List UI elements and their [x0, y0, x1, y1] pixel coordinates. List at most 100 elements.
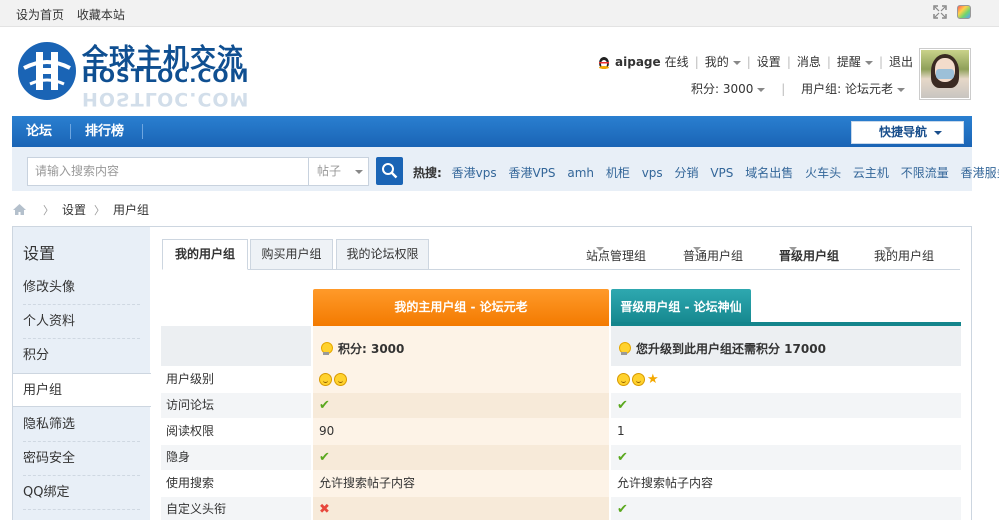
- check-icon: ✔: [617, 502, 628, 517]
- fullscreen-icon[interactable]: [933, 5, 947, 19]
- upgrade-score: 您升级到此用户组还需积分 17000: [618, 340, 826, 357]
- row-label: 阅读权限: [166, 424, 215, 438]
- row-value-main: 允许搜索帖子内容: [319, 476, 416, 490]
- hot-link[interactable]: 香港VPS: [508, 166, 555, 180]
- group-link-label: 普通用户组: [683, 249, 744, 263]
- sidebar-item-qq[interactable]: QQ绑定: [13, 476, 150, 510]
- smiley-icon: [319, 373, 332, 386]
- chevron-down-icon: [693, 247, 701, 251]
- messages-link[interactable]: 消息: [797, 53, 821, 70]
- breadcrumb-settings[interactable]: 设置: [62, 201, 86, 218]
- divider: [70, 124, 71, 139]
- qq-penguin-icon: [599, 56, 610, 69]
- tab-forum-permissions[interactable]: 我的论坛权限: [336, 239, 429, 270]
- lightbulb-icon: [618, 341, 631, 356]
- row-label: 访问论坛: [161, 393, 311, 418]
- hot-link[interactable]: 分销: [675, 166, 699, 180]
- lightbulb-icon: [320, 341, 333, 356]
- sidebar-item-avatar[interactable]: 修改头像: [13, 271, 150, 305]
- sidebar-item-profile[interactable]: 个人资料: [13, 305, 150, 339]
- chevron-right-icon: 〉: [94, 203, 106, 217]
- sidebar-item-label: 密码安全: [23, 451, 76, 466]
- table-row: 隐身 ✔ ✔: [161, 445, 961, 471]
- hot-link[interactable]: 香港vps: [452, 166, 497, 180]
- sidebar-item-privacy[interactable]: 隐私筛选: [13, 408, 150, 442]
- sidebar-item-label: 用户组: [23, 383, 63, 398]
- hot-link[interactable]: 香港服务器: [961, 166, 999, 180]
- table-row: 访问论坛 ✔ ✔: [161, 393, 961, 419]
- hot-link[interactable]: 机柜: [606, 166, 630, 180]
- upgrade-score-text: 您升级到此用户组还需积分 17000: [636, 342, 826, 356]
- cross-icon: ✖: [319, 502, 330, 517]
- color-scheme-icon[interactable]: [957, 5, 971, 19]
- search-icon: [382, 163, 398, 179]
- main-score-text: 积分: 3000: [338, 342, 405, 356]
- smiley-icon: [334, 373, 347, 386]
- hot-link[interactable]: VPS: [710, 166, 733, 180]
- username[interactable]: aipage: [615, 55, 661, 69]
- chevron-down-icon: [757, 87, 766, 92]
- online-status[interactable]: 在线: [665, 53, 689, 70]
- logout-link[interactable]: 退出: [889, 53, 913, 70]
- sidebar-item-credits[interactable]: 积分: [13, 339, 150, 373]
- search-input[interactable]: 请输入搜索内容: [27, 157, 308, 186]
- sidebar-item-label: 个人资料: [23, 314, 76, 329]
- hot-link[interactable]: vps: [642, 166, 663, 180]
- settings-link[interactable]: 设置: [757, 53, 781, 70]
- sidebar-item-password[interactable]: 密码安全: [13, 442, 150, 476]
- star-icon: ★: [647, 372, 659, 387]
- main-group-header: 我的主用户组 - 论坛元老: [313, 289, 609, 326]
- tab-my-usergroup[interactable]: 我的用户组: [162, 239, 248, 270]
- hot-link[interactable]: amh: [567, 166, 594, 180]
- logo-reflection: HOSTLOC.COM: [82, 88, 250, 110]
- hot-link[interactable]: 不限流量: [901, 166, 949, 180]
- user-bar: aipage 在线 | 我的 | 设置 | 消息 | 提醒 | 退出: [597, 53, 913, 70]
- search-bar: 请输入搜索内容 帖子 热搜: 香港vps 香港VPS amh 机柜 vps 分销…: [12, 147, 999, 191]
- group-link-label: 晋级用户组: [779, 249, 840, 263]
- avatar[interactable]: [919, 48, 971, 100]
- upgrade-group-header: 晋级用户组 - 论坛神仙: [611, 289, 751, 326]
- divider: |: [786, 54, 791, 69]
- user-stats: 积分: 3000 | 用户组: 论坛元老: [691, 80, 905, 97]
- chevron-right-icon: 〉: [43, 203, 54, 217]
- reminders-menu[interactable]: 提醒: [837, 53, 873, 70]
- check-icon: ✔: [617, 398, 628, 413]
- sidebar-item-label: 修改头像: [23, 280, 76, 295]
- sidebar-item-usergroup[interactable]: 用户组: [13, 373, 151, 407]
- nav-ranking[interactable]: 排行榜: [85, 116, 124, 147]
- site-logo[interactable]: 全球主机交流 HOSTLOC.COM HOSTLOC.COM: [12, 38, 262, 110]
- table-row: 阅读权限 90 1: [161, 419, 961, 445]
- main-nav: 论坛 排行榜: [12, 116, 972, 147]
- search-type-select[interactable]: 帖子: [308, 157, 369, 186]
- tab-buy-usergroup[interactable]: 购买用户组: [250, 239, 333, 270]
- hot-link[interactable]: 域名出售: [745, 166, 793, 180]
- breadcrumb-usergroup[interactable]: 用户组: [113, 201, 149, 218]
- quick-nav-button[interactable]: 快捷导航: [851, 121, 964, 144]
- set-home-link[interactable]: 设为首页: [16, 8, 64, 22]
- search-type-label: 帖子: [317, 164, 342, 178]
- divider: [142, 124, 143, 139]
- row-value-upgrade: 允许搜索帖子内容: [617, 476, 714, 490]
- main-score: 积分: 3000: [320, 340, 404, 357]
- row-value-main: ✔: [313, 445, 609, 470]
- smiley-icon: [617, 373, 630, 386]
- search-button[interactable]: [376, 157, 403, 185]
- quick-nav-label: 快捷导航: [879, 125, 928, 139]
- row-value-main: [313, 367, 609, 392]
- hot-link[interactable]: 云主机: [853, 166, 889, 180]
- nav-forum[interactable]: 论坛: [26, 116, 52, 147]
- home-icon[interactable]: [12, 203, 27, 216]
- my-menu[interactable]: 我的: [705, 53, 741, 70]
- reminders-label: 提醒: [836, 55, 861, 69]
- row-value-upgrade: ✔: [611, 445, 961, 470]
- chevron-down-icon: [897, 87, 905, 92]
- sidebar-item-label: QQ绑定: [23, 485, 70, 500]
- bookmark-link[interactable]: 收藏本站: [77, 8, 125, 22]
- usergroup-menu[interactable]: 用户组: 论坛元老: [801, 82, 905, 96]
- row-value-main: ✖: [313, 497, 609, 520]
- chevron-down-icon: [596, 247, 604, 251]
- hot-link[interactable]: 火车头: [805, 166, 841, 180]
- row-label: 使用搜索: [166, 476, 215, 490]
- points-menu[interactable]: 积分: 3000: [691, 82, 766, 96]
- chevron-down-icon: [884, 247, 892, 251]
